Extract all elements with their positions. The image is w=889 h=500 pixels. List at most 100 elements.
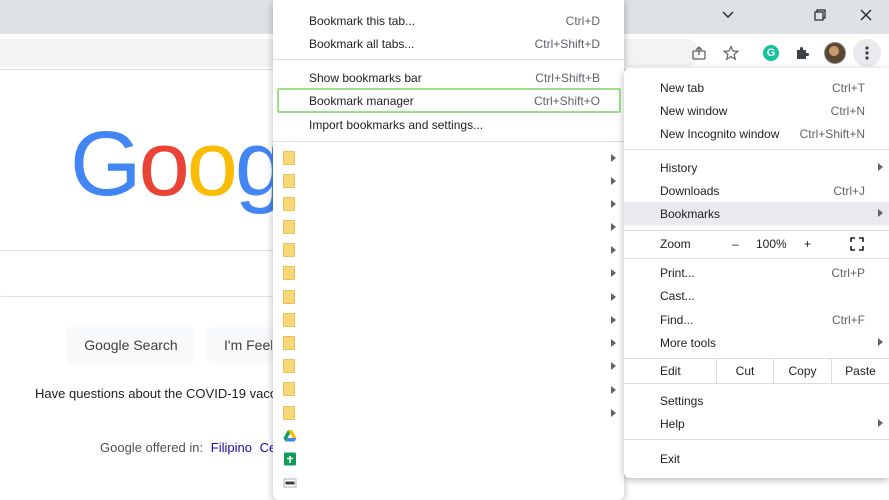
menu-divider xyxy=(273,141,624,142)
zoom-in-button[interactable]: + xyxy=(804,237,811,251)
menu-item-label: Find... xyxy=(660,313,694,327)
bookmark-star-icon[interactable] xyxy=(719,41,743,65)
paste-button[interactable]: Paste xyxy=(831,359,889,383)
chevron-right-icon xyxy=(611,246,616,254)
bookmark-all-tabs[interactable]: Bookmark all tabs... Ctrl+Shift+D xyxy=(273,32,624,55)
menu-item-label: Exit xyxy=(660,452,681,466)
folder-icon[interactable] xyxy=(283,266,295,280)
minimize-button[interactable] xyxy=(705,0,751,30)
chevron-right-icon xyxy=(611,339,616,347)
share-icon[interactable] xyxy=(687,41,711,65)
menu-bookmarks[interactable]: Bookmarks xyxy=(624,202,889,225)
menu-edit-row: Edit Cut Copy Paste xyxy=(624,359,889,383)
menu-item-label: New window xyxy=(660,104,728,118)
restore-button[interactable] xyxy=(797,0,843,30)
logo-letter: G xyxy=(70,113,142,215)
menu-settings[interactable]: Settings xyxy=(624,389,889,412)
import-bookmarks[interactable]: Import bookmarks and settings... xyxy=(273,113,624,136)
copy-button[interactable]: Copy xyxy=(773,359,831,383)
menu-item-label: Zoom xyxy=(660,237,691,251)
menu-cast[interactable]: Cast... xyxy=(624,284,889,307)
menu-find[interactable]: Find... Ctrl+F xyxy=(624,308,889,331)
menu-item-label: Print... xyxy=(660,266,695,280)
google-drive-icon[interactable] xyxy=(283,429,297,443)
fullscreen-icon[interactable] xyxy=(850,237,864,251)
menu-new-incognito[interactable]: New Incognito window Ctrl+Shift+N xyxy=(624,122,889,145)
menu-item-label: Import bookmarks and settings... xyxy=(309,117,484,132)
menu-item-shortcut: Ctrl+P xyxy=(831,266,865,280)
chevron-right-icon xyxy=(611,316,616,324)
offered-in-label: Google offered in: xyxy=(100,440,204,455)
show-bookmarks-bar[interactable]: Show bookmarks bar Ctrl+Shift+B xyxy=(273,66,624,89)
menu-item-label: Show bookmarks bar xyxy=(309,70,422,85)
profile-avatar[interactable] xyxy=(823,41,847,65)
menu-new-window[interactable]: New window Ctrl+N xyxy=(624,99,889,122)
menu-item-shortcut: Ctrl+Shift+N xyxy=(799,127,865,141)
menu-item-shortcut: Ctrl+Shift+D xyxy=(534,36,600,51)
chevron-right-icon xyxy=(878,163,883,171)
google-logo: Goog xyxy=(70,113,286,215)
menu-item-label: Downloads xyxy=(660,184,720,198)
menu-item-label: Bookmark this tab... xyxy=(309,13,416,28)
logo-letter: o xyxy=(186,113,238,215)
menu-item-label: More tools xyxy=(660,336,717,350)
folder-icon[interactable] xyxy=(283,197,295,211)
menu-divider xyxy=(273,59,624,60)
menu-help[interactable]: Help xyxy=(624,412,889,435)
menu-item-label: Settings xyxy=(660,394,704,408)
menu-item-shortcut: Ctrl+J xyxy=(833,184,865,198)
extensions-icon[interactable] xyxy=(791,41,815,65)
menu-item-label: Edit xyxy=(660,364,681,378)
search-input[interactable] xyxy=(0,250,300,297)
menu-downloads[interactable]: Downloads Ctrl+J xyxy=(624,179,889,202)
google-search-button[interactable]: Google Search xyxy=(67,327,195,363)
folder-icon[interactable] xyxy=(283,174,295,188)
menu-zoom-row: Zoom – 100% + xyxy=(624,232,889,256)
chevron-right-icon xyxy=(611,386,616,394)
menu-more-tools[interactable]: More tools xyxy=(624,331,889,354)
highlight-box xyxy=(277,88,621,113)
menu-item-label: Cast... xyxy=(660,289,695,303)
menu-history[interactable]: History xyxy=(624,156,889,179)
menu-divider xyxy=(624,383,889,384)
folder-icon[interactable] xyxy=(283,151,295,165)
zoom-out-button[interactable]: – xyxy=(732,237,739,251)
menu-print[interactable]: Print... Ctrl+P xyxy=(624,261,889,284)
folder-icon[interactable] xyxy=(283,290,295,304)
bookmark-this-tab[interactable]: Bookmark this tab... Ctrl+D xyxy=(273,9,624,32)
offered-in: Google offered in: Filipino Ce xyxy=(100,440,276,455)
covid-notice[interactable]: Have questions about the COVID-19 vacc xyxy=(35,386,276,401)
folder-icon[interactable] xyxy=(283,406,295,420)
close-icon xyxy=(860,9,872,21)
google-sheets-icon[interactable] xyxy=(283,452,297,466)
menu-new-tab[interactable]: New tab Ctrl+T xyxy=(624,76,889,99)
restore-icon xyxy=(814,9,826,21)
folder-icon[interactable] xyxy=(283,382,295,396)
chevron-right-icon xyxy=(611,293,616,301)
menu-exit[interactable]: Exit xyxy=(624,447,889,470)
folder-icon[interactable] xyxy=(283,313,295,327)
menu-item-label: New tab xyxy=(660,81,705,95)
grammarly-icon[interactable]: G xyxy=(759,41,783,65)
chrome-menu-button[interactable] xyxy=(853,39,881,67)
folder-icon[interactable] xyxy=(283,359,295,373)
folder-icon[interactable] xyxy=(283,336,295,350)
menu-divider xyxy=(624,439,889,440)
feeling-lucky-button[interactable]: I'm Feel xyxy=(207,327,273,363)
chevron-right-icon xyxy=(611,177,616,185)
menu-divider xyxy=(624,258,889,259)
site-favicon[interactable] xyxy=(283,476,297,490)
menu-item-shortcut: Ctrl+D xyxy=(565,13,600,28)
menu-item-label: New Incognito window xyxy=(660,127,780,141)
chevron-down-icon xyxy=(722,11,734,18)
folder-icon[interactable] xyxy=(283,220,295,234)
chevron-right-icon xyxy=(611,409,616,417)
menu-item-label: Bookmarks xyxy=(660,207,721,221)
folder-icon[interactable] xyxy=(283,243,295,257)
cut-button[interactable]: Cut xyxy=(716,359,773,383)
close-window-button[interactable] xyxy=(843,0,889,30)
chevron-right-icon xyxy=(611,269,616,277)
chevron-right-icon xyxy=(611,200,616,208)
language-link-filipino[interactable]: Filipino xyxy=(211,440,252,455)
menu-divider xyxy=(624,149,889,150)
